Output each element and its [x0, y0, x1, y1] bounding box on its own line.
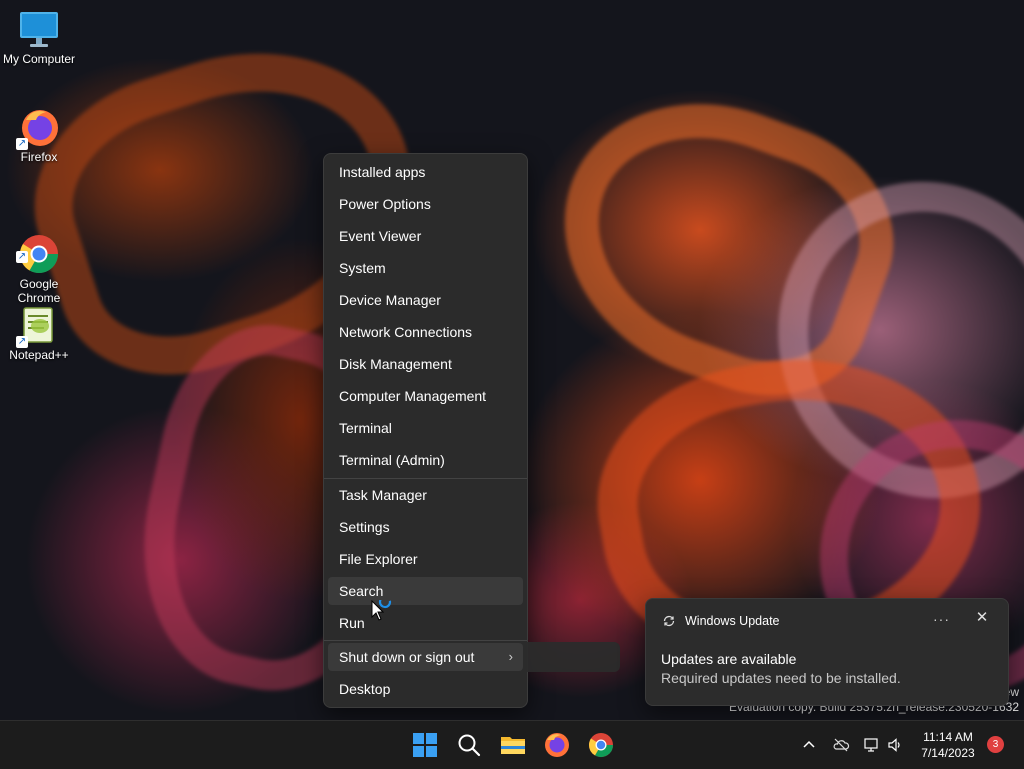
menu-item-installed-apps[interactable]: Installed apps: [328, 158, 523, 186]
file-explorer-icon: [501, 737, 525, 754]
shortcut-arrow-icon: ↗: [16, 251, 28, 263]
menu-item-disk-management[interactable]: Disk Management: [328, 350, 523, 378]
chevron-right-icon: ›: [508, 649, 513, 664]
desktop-icon-label: Notepad++: [9, 348, 69, 362]
start-icon: [413, 733, 437, 757]
onedrive-offline-icon[interactable]: [832, 736, 850, 754]
chrome-icon: [589, 733, 613, 758]
menu-item-settings[interactable]: Settings: [328, 513, 523, 541]
desktop-icon-google-chrome[interactable]: ↗ Google Chrome: [1, 205, 77, 319]
shortcut-arrow-icon: ↗: [16, 336, 28, 348]
menu-item-search[interactable]: Search: [328, 577, 523, 605]
menu-item-terminal[interactable]: Terminal: [328, 414, 523, 442]
desktop-icon-firefox[interactable]: ↗ Firefox: [1, 106, 77, 164]
notification-body: Required updates need to be installed.: [661, 670, 901, 686]
clock-date: 7/14/2023: [921, 746, 975, 760]
menu-separator: [324, 640, 527, 641]
clock-time: 11:14 AM: [923, 730, 973, 744]
menu-separator: [324, 478, 527, 479]
menu-item-system[interactable]: System: [328, 254, 523, 282]
sync-icon: [663, 615, 675, 627]
taskbar-chrome-button[interactable]: [587, 731, 615, 759]
taskbar-clock[interactable]: 11:14 AM 7/14/2023: [912, 729, 984, 761]
menu-item-device-manager[interactable]: Device Manager: [328, 286, 523, 314]
menu-item-desktop[interactable]: Desktop: [328, 675, 523, 703]
firefox-icon: [545, 733, 569, 757]
menu-item-terminal-admin[interactable]: Terminal (Admin): [328, 446, 523, 474]
submenu-edge: [526, 642, 620, 672]
notification-count-badge[interactable]: 3: [987, 736, 1004, 753]
firefox-icon: ↗: [16, 106, 60, 150]
taskbar-file-explorer-button[interactable]: [499, 731, 527, 759]
shortcut-arrow-icon: ↗: [16, 138, 28, 150]
desktop-icon-label: Firefox: [20, 150, 58, 164]
taskbar-search-button[interactable]: [455, 731, 483, 759]
start-button[interactable]: [411, 731, 439, 759]
menu-item-task-manager[interactable]: Task Manager: [328, 481, 523, 509]
menu-item-shut-down-or-sign-out[interactable]: Shut down or sign out ›: [328, 643, 523, 671]
chevron-up-icon: [803, 740, 815, 748]
menu-item-computer-management[interactable]: Computer Management: [328, 382, 523, 410]
network-icon[interactable]: [863, 736, 881, 754]
mouse-cursor-busy-icon: [371, 595, 395, 631]
notification-app-name: Windows Update: [685, 614, 780, 628]
desktop-icon-notepad-plus-plus[interactable]: ↗ Notepad++: [1, 304, 77, 362]
monitor-icon: [18, 8, 60, 50]
menu-item-file-explorer[interactable]: File Explorer: [328, 545, 523, 573]
volume-icon[interactable]: [886, 736, 904, 754]
desktop-icon-label: My Computer: [2, 52, 76, 66]
desktop-icon-label: Google Chrome: [17, 277, 61, 305]
menu-item-label: Shut down or sign out: [339, 649, 475, 665]
winx-context-menu: Installed apps Power Options Event Viewe…: [323, 153, 528, 708]
menu-item-run[interactable]: Run: [328, 609, 523, 637]
desktop-icon-my-computer[interactable]: My Computer: [1, 8, 77, 66]
menu-item-power-options[interactable]: Power Options: [328, 190, 523, 218]
more-options-button[interactable]: ···: [933, 611, 950, 627]
menu-item-network-connections[interactable]: Network Connections: [328, 318, 523, 346]
notification-title: Updates are available: [661, 651, 797, 667]
show-hidden-icons-button[interactable]: [800, 736, 818, 754]
menu-item-event-viewer[interactable]: Event Viewer: [328, 222, 523, 250]
search-icon: [458, 734, 481, 757]
chrome-icon: ↗: [16, 219, 60, 274]
taskbar: 11:14 AM 7/14/2023 3: [0, 720, 1024, 769]
notepadpp-icon: ↗: [16, 304, 60, 348]
taskbar-firefox-button[interactable]: [543, 731, 571, 759]
close-notification-button[interactable]: ✕: [974, 610, 990, 626]
windows-update-notification[interactable]: Windows Update ··· ✕ Updates are availab…: [645, 598, 1009, 706]
